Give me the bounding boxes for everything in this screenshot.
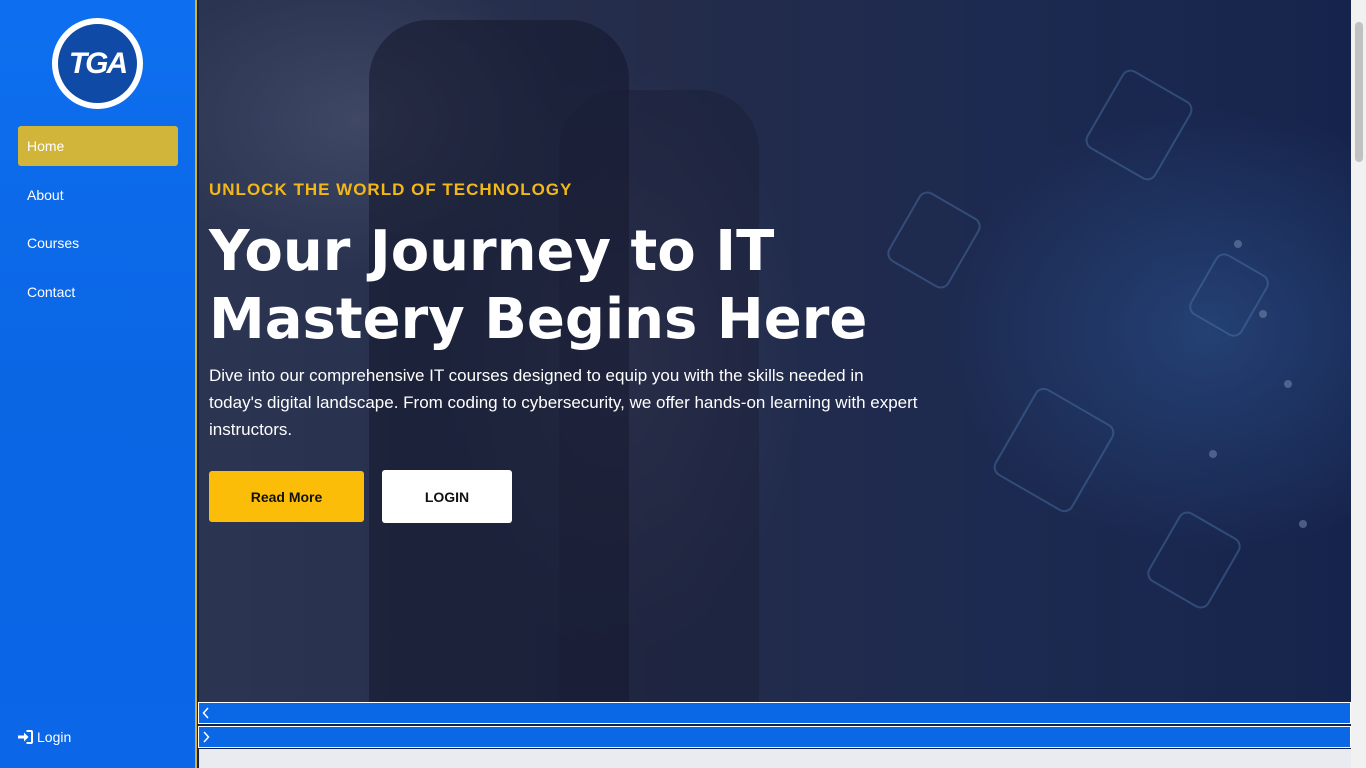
carousel-next-button[interactable] bbox=[198, 726, 1351, 748]
carousel-prev-button[interactable] bbox=[198, 702, 1351, 724]
read-more-button[interactable]: Read More bbox=[209, 471, 364, 522]
nav-item-about[interactable]: About bbox=[18, 175, 178, 215]
logo-circle: TGA bbox=[56, 22, 139, 105]
hero-description: Dive into our comprehensive IT courses d… bbox=[209, 366, 918, 439]
nav-item-home[interactable]: Home bbox=[18, 126, 178, 166]
sidebar: TGA Home About Courses Contact Login bbox=[0, 0, 197, 768]
scrollbar-thumb[interactable] bbox=[1355, 22, 1363, 162]
login-button[interactable]: LOGIN bbox=[382, 470, 512, 523]
page-scrollbar[interactable] bbox=[1351, 0, 1366, 768]
nav-item-contact[interactable]: Contact bbox=[18, 272, 178, 312]
tga-logo[interactable]: TGA bbox=[52, 18, 143, 109]
logo-text: TGA bbox=[68, 46, 128, 80]
sign-in-icon bbox=[18, 730, 33, 744]
hero-banner: UNLOCK THE WORLD OF TECHNOLOGY Your Jour… bbox=[199, 0, 1351, 702]
hero-headline: Your Journey to IT Mastery Begins Here bbox=[209, 219, 868, 352]
nav-item-courses[interactable]: Courses bbox=[18, 223, 178, 263]
sidebar-nav: Home About Courses Contact bbox=[18, 126, 178, 320]
sidebar-login-label: Login bbox=[37, 729, 72, 745]
sidebar-login-link[interactable]: Login bbox=[17, 729, 71, 745]
chevron-left-icon bbox=[202, 707, 209, 719]
next-section-preview bbox=[199, 749, 1351, 768]
chevron-right-icon bbox=[203, 731, 210, 743]
hero-tagline: UNLOCK THE WORLD OF TECHNOLOGY bbox=[209, 180, 573, 199]
